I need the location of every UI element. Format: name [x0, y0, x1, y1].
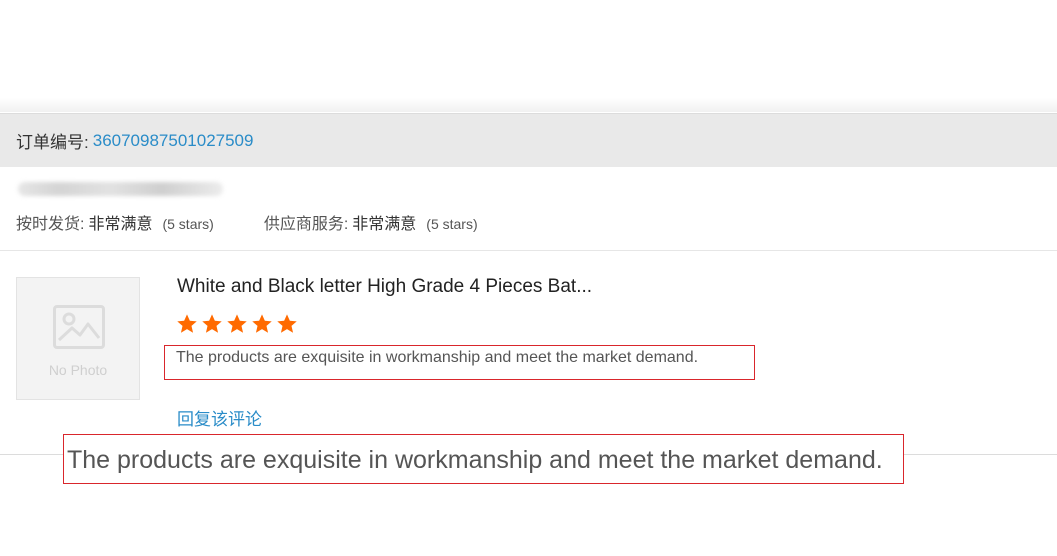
order-header: 订单编号: 36070987501027509 [0, 113, 1057, 167]
reply-review-link[interactable]: 回复该评论 [177, 405, 262, 430]
image-placeholder-icon [53, 305, 105, 349]
product-title[interactable]: White and Black letter High Grade 4 Piec… [177, 276, 592, 298]
rating-value: 非常满意 [352, 216, 417, 233]
rating-supplier-service: 供应商服务: 非常满意 (5 stars) [264, 210, 478, 234]
top-shadow [0, 98, 1057, 112]
order-number-label: 订单编号: [16, 133, 89, 152]
rating-on-time-delivery: 按时发货: 非常满意 (5 stars) [16, 210, 214, 234]
star-icon [277, 314, 297, 333]
star-icon [177, 314, 197, 333]
rating-value: 非常满意 [88, 216, 153, 233]
star-icon [202, 314, 222, 333]
rating-stars-text: (5 stars) [426, 216, 478, 232]
seller-ratings: 按时发货: 非常满意 (5 stars) 供应商服务: 非常满意 (5 star… [16, 210, 528, 234]
product-photo-placeholder[interactable]: No Photo [16, 277, 140, 400]
review-text: The products are exquisite in workmanshi… [176, 349, 699, 366]
rating-label: 供应商服务: [263, 216, 349, 233]
rating-stars-text: (5 stars) [162, 216, 214, 232]
star-icon [227, 314, 247, 333]
no-photo-caption: No Photo [48, 362, 108, 378]
rating-label: 按时发货: [16, 216, 85, 233]
product-star-rating [176, 313, 301, 335]
section-divider [0, 250, 1057, 251]
top-blank-area [0, 0, 1057, 98]
star-icon [252, 314, 272, 333]
redacted-buyer-name [18, 182, 223, 196]
zoomed-review-text: The products are exquisite in workmanshi… [67, 446, 883, 474]
order-number-link[interactable]: 36070987501027509 [93, 131, 254, 151]
